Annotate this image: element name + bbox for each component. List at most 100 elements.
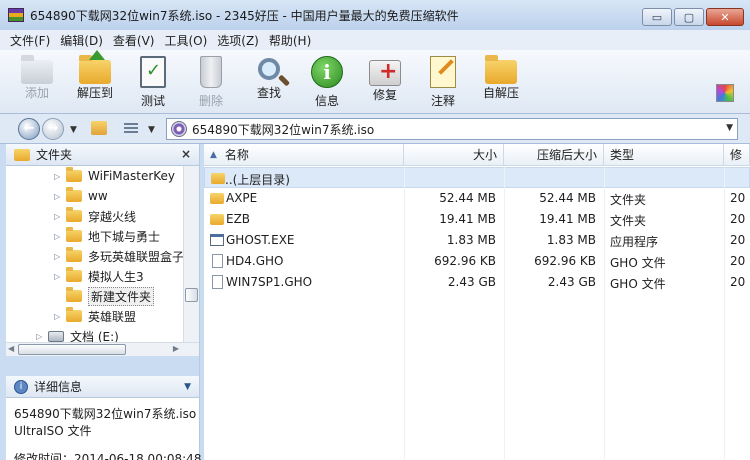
sfx-button[interactable]: 自解压 xyxy=(472,55,530,112)
folder-icon xyxy=(66,267,82,282)
exe-icon xyxy=(210,234,224,246)
tree-item[interactable]: ▷ 多玩英雄联盟盒子 xyxy=(54,246,184,266)
menu-options[interactable]: 选项(Z) xyxy=(217,32,259,49)
folder-icon xyxy=(210,214,224,225)
expand-icon[interactable]: ▷ xyxy=(54,312,66,321)
tree-item[interactable]: ▷ ww xyxy=(54,186,108,206)
view-mode-icon[interactable] xyxy=(124,123,138,135)
menu-edit[interactable]: 编辑(D) xyxy=(60,32,103,49)
tree-item[interactable]: ▷ WiFiMasterKey xyxy=(54,166,175,186)
table-row[interactable]: HD4.GHO 692.96 KB 692.96 KB GHO 文件 20 xyxy=(204,251,750,272)
folder-icon xyxy=(66,247,82,262)
pane-splitter[interactable] xyxy=(6,356,199,376)
parent-directory-row[interactable]: ..(上层目录) xyxy=(204,167,750,188)
folder-icon xyxy=(210,193,224,204)
view-dropdown-icon[interactable]: ▼ xyxy=(148,125,155,135)
tree-item[interactable]: ▷ 穿越火线 xyxy=(54,206,136,226)
column-header-modified[interactable]: 修 xyxy=(724,144,750,166)
path-field[interactable]: 654890下载网32位win7系统.iso ▼ xyxy=(166,118,738,140)
tree-item[interactable]: ▷ 地下城与勇士 xyxy=(54,226,160,246)
menu-help[interactable]: 帮助(H) xyxy=(269,32,311,49)
scroll-thumb[interactable] xyxy=(18,344,126,355)
forward-button[interactable]: → xyxy=(42,118,64,140)
tree-item-drive[interactable]: ▷ 文档 (E:) xyxy=(36,326,119,343)
history-dropdown-icon[interactable]: ▼ xyxy=(70,125,77,135)
chevron-down-icon[interactable]: ▼ xyxy=(184,382,191,392)
info-label: 信息 xyxy=(314,94,339,108)
tree-item[interactable]: ▷ 模拟人生3 xyxy=(54,266,144,286)
trash-icon xyxy=(200,56,222,88)
window-controls: ▭ ▢ ✕ xyxy=(642,8,744,26)
scroll-thumb[interactable] xyxy=(185,288,198,302)
sfx-folder-icon xyxy=(485,55,517,84)
tree-item[interactable]: ▷ 英雄联盟 xyxy=(54,306,136,326)
restore-button[interactable]: ▢ xyxy=(674,8,704,26)
folder-icon xyxy=(66,227,82,242)
close-icon: ✕ xyxy=(720,10,730,24)
table-row[interactable]: AXPE 52.44 MB 52.44 MB 文件夹 20 xyxy=(204,188,750,209)
extract-folder-icon xyxy=(79,50,111,84)
extract-button[interactable]: 解压到 xyxy=(66,50,124,112)
repair-button[interactable]: 修复 xyxy=(356,56,414,112)
forward-arrow-icon: → xyxy=(47,121,59,136)
expand-icon[interactable]: ▷ xyxy=(54,212,66,221)
column-header-packed[interactable]: 压缩后大小 xyxy=(504,144,604,166)
app-window: 654890下载网32位win7系统.iso - 2345好压 - 中国用户量最… xyxy=(0,0,750,460)
close-pane-icon[interactable]: × xyxy=(181,147,191,161)
magnifier-icon xyxy=(258,58,280,80)
comment-button[interactable]: 注释 xyxy=(414,56,472,112)
folder-icon xyxy=(66,287,82,302)
expand-icon[interactable]: ▷ xyxy=(54,232,66,241)
find-button[interactable]: 查找 xyxy=(240,56,298,112)
back-button[interactable]: ← xyxy=(18,118,40,140)
test-button[interactable]: 测试 xyxy=(124,56,182,112)
tree-horizontal-scrollbar[interactable]: ◀ ▶ xyxy=(6,342,199,356)
column-header-name[interactable]: ▲ 名称 xyxy=(204,144,404,166)
info-icon: i xyxy=(311,56,343,88)
address-bar: ← → ▼ ▼ 654890下载网32位win7系统.iso ▼ xyxy=(0,114,750,144)
expand-icon[interactable]: ▷ xyxy=(54,192,66,201)
close-button[interactable]: ✕ xyxy=(706,8,744,26)
repair-label: 修复 xyxy=(372,88,397,102)
details-header[interactable]: i 详细信息 ▼ xyxy=(6,376,199,398)
folder-icon xyxy=(66,167,82,182)
tree-vertical-scrollbar[interactable] xyxy=(183,166,199,342)
folder-icon xyxy=(66,307,82,322)
toolbar: 添加 解压到 测试 删除 查找 i 信息 修复 注释 xyxy=(0,50,750,114)
table-row[interactable]: EZB 19.41 MB 19.41 MB 文件夹 20 xyxy=(204,209,750,230)
menu-tools[interactable]: 工具(O) xyxy=(164,32,207,49)
expand-icon[interactable]: ▷ xyxy=(54,172,66,181)
first-aid-kit-icon xyxy=(369,59,401,86)
path-dropdown-icon[interactable]: ▼ xyxy=(726,123,733,133)
expand-icon[interactable]: ▷ xyxy=(54,272,66,281)
column-divider xyxy=(604,166,605,460)
delete-button[interactable]: 删除 xyxy=(182,56,240,112)
path-text: 654890下载网32位win7系统.iso xyxy=(192,122,375,137)
expand-icon[interactable]: ▷ xyxy=(54,252,66,261)
drive-icon xyxy=(48,330,64,342)
tree-item-selected[interactable]: 新建文件夹 xyxy=(54,286,155,306)
add-button[interactable]: 添加 xyxy=(8,55,66,112)
details-filename: 654890下载网32位win7系统.iso xyxy=(14,407,197,421)
skin-palette-icon[interactable] xyxy=(716,84,734,102)
scroll-left-icon[interactable]: ◀ xyxy=(8,344,14,353)
scroll-right-icon[interactable]: ▶ xyxy=(173,344,179,353)
column-divider xyxy=(724,166,725,460)
menu-view[interactable]: 查看(V) xyxy=(113,32,155,49)
table-row[interactable]: GHOST.EXE 1.83 MB 1.83 MB 应用程序 20 xyxy=(204,230,750,251)
info-button[interactable]: i 信息 xyxy=(298,56,356,112)
minimize-button[interactable]: ▭ xyxy=(642,8,672,26)
expand-icon[interactable]: ▷ xyxy=(36,332,48,341)
column-header-type[interactable]: 类型 xyxy=(604,144,724,166)
column-divider xyxy=(504,166,505,460)
note-pencil-icon xyxy=(430,56,456,88)
column-header-size[interactable]: 大小 xyxy=(404,144,504,166)
find-label: 查找 xyxy=(256,86,281,100)
details-modified: 修改时间：2014-06-18 00:08:48 xyxy=(14,452,202,460)
up-folder-icon[interactable] xyxy=(91,121,107,135)
restore-icon: ▢ xyxy=(683,10,695,24)
table-row[interactable]: WIN7SP1.GHO 2.43 GB 2.43 GB GHO 文件 20 xyxy=(204,272,750,293)
folder-tree: ▷ WiFiMasterKey ▷ ww ▷ 穿越火线 ▷ 地下城与勇士 ▷ 多玩英雄联盟… xyxy=(6,166,199,342)
sort-ascending-icon: ▲ xyxy=(210,149,217,160)
menu-file[interactable]: 文件(F) xyxy=(10,32,50,49)
